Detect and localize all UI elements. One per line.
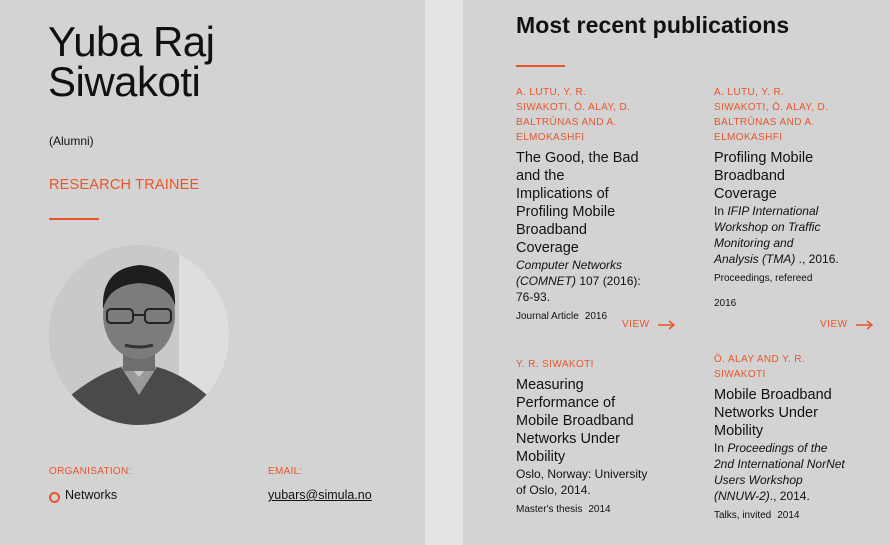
avatar (49, 245, 229, 425)
publication-authors: A. LUTU, Y. R. SIWAKOTI, Ö. ALAY, D. BAL… (714, 87, 829, 143)
view-label: VIEW (622, 319, 650, 330)
publication-title: The Good, the Bad and the Implications o… (516, 150, 639, 256)
email-link[interactable]: yubars@simula.no (268, 488, 372, 502)
publication-year: 2014 (588, 504, 611, 515)
publication-title: Measuring Performance of Mobile Broadban… (516, 377, 634, 465)
publication-venue: Oslo, Norway: University of Oslo, 2014. (516, 467, 648, 497)
organisation-value: Networks (65, 488, 118, 502)
status-label: (Alumni) (49, 134, 94, 148)
view-publication-button[interactable]: VIEW (622, 319, 676, 330)
arrow-right-icon (855, 319, 873, 330)
publication-year: 2016 (584, 311, 608, 322)
venue-details: ., 2016. (795, 252, 839, 266)
publication-title: Profiling Mobile Broadband Coverage (714, 150, 814, 202)
publication-item: A. LUTU, Y. R. SIWAKOTI, Ö. ALAY, D. BAL… (714, 85, 840, 309)
publication-item: Y. R. SIWAKOTI Measuring Performance of … (516, 357, 652, 515)
view-label: VIEW (820, 319, 848, 330)
publication-year: 2014 (777, 510, 800, 521)
publication-year: 2016 (714, 298, 737, 309)
publication-authors: Y. R. SIWAKOTI (516, 359, 594, 370)
accent-divider (49, 218, 99, 220)
publication-title: Mobile Broadband Networks Under Mobility (714, 387, 832, 439)
column-divider (425, 0, 463, 545)
person-name-line2: Siwakoti (48, 58, 201, 105)
publication-item: A. LUTU, Y. R. SIWAKOTI, Ö. ALAY, D. BAL… (516, 85, 644, 322)
role-label: RESEARCH TRAINEE (49, 177, 200, 193)
publication-authors: A. LUTU, Y. R. SIWAKOTI, Ö. ALAY, D. BAL… (516, 87, 631, 143)
person-name: Yuba Raj Siwakoti (48, 21, 215, 105)
publication-type: Master's thesis (516, 504, 583, 515)
publication-meta: Talks, invited 2014 (714, 510, 846, 521)
publications-heading: Most recent publications (516, 12, 790, 38)
publication-venue: In IFIP International Workshop on Traffi… (714, 203, 840, 267)
publication-authors: Ö. ALAY AND Y. R. SIWAKOTI (714, 354, 806, 380)
arrow-right-icon (657, 319, 675, 330)
venue-prefix: In (714, 441, 728, 455)
publications-divider (516, 65, 565, 67)
publication-item: Ö. ALAY AND Y. R. SIWAKOTI Mobile Broadb… (714, 352, 846, 521)
publication-type: Journal Article (516, 311, 579, 322)
publication-type: Proceedings, refereed (714, 273, 813, 284)
organisation-dot-icon (49, 492, 60, 503)
publication-venue: In Proceedings of the 2nd International … (714, 440, 846, 504)
publication-venue: Computer Networks (COMNET) 107 (2016): 7… (516, 257, 644, 305)
venue-details: ., 2014. (769, 489, 810, 503)
view-publication-button[interactable]: VIEW (820, 319, 874, 330)
organisation-label: ORGANISATION: (49, 466, 132, 477)
publication-meta: Master's thesis 2014 (516, 504, 652, 515)
person-photo (49, 245, 229, 425)
venue-prefix: In (714, 204, 728, 218)
email-label: EMAIL: (268, 466, 303, 477)
publication-type: Talks, invited (714, 510, 772, 521)
